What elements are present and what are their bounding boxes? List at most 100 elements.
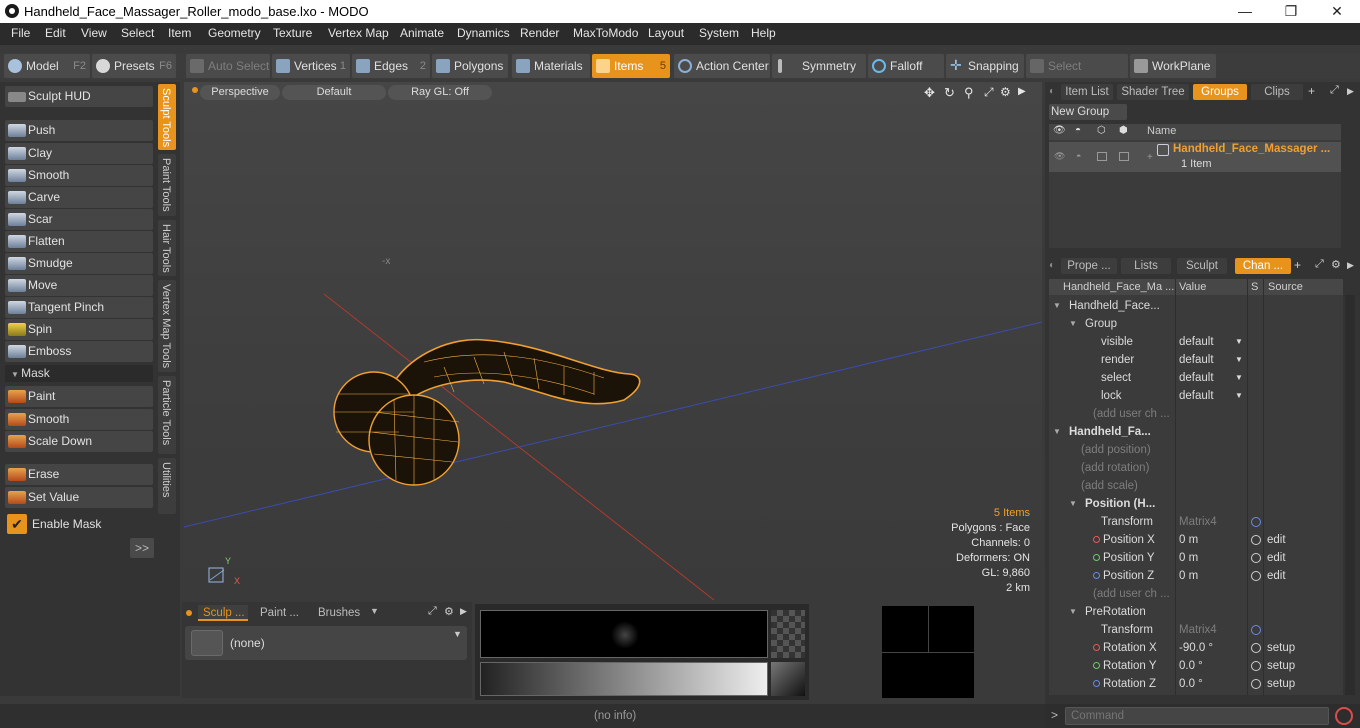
snapping-button[interactable]: ✛ Snapping xyxy=(946,54,1024,78)
gradient-swatch[interactable] xyxy=(771,662,805,696)
model-layout-button[interactable]: Model F2 xyxy=(4,54,90,78)
record-icon[interactable] xyxy=(1335,707,1353,725)
collapse-triangle-icon[interactable]: ▼ xyxy=(1053,297,1061,315)
render-icon[interactable]: ◓ xyxy=(1075,125,1081,136)
channel-row[interactable]: Rotation X -90.0 ° setup xyxy=(1049,639,1343,657)
tool-move-button[interactable]: Move xyxy=(5,275,153,296)
channel-state-toggle[interactable] xyxy=(1251,553,1261,563)
tool-scar-button[interactable]: Scar xyxy=(5,209,153,230)
channel-row[interactable]: Rotation Y 0.0 ° setup xyxy=(1049,657,1343,675)
lock-icon[interactable]: ⬡ xyxy=(1097,125,1106,136)
channel-value[interactable]: default xyxy=(1179,387,1214,405)
channel-state-toggle[interactable] xyxy=(1251,661,1261,671)
group-row[interactable]: 👁 ◓ + Handheld_Face_Massager ... 1 Item xyxy=(1049,142,1341,172)
select-toggle[interactable] xyxy=(1119,152,1129,161)
symmetry-button[interactable]: Symmetry xyxy=(772,54,866,78)
channel-value[interactable]: Matrix4 xyxy=(1179,621,1217,639)
lock-toggle[interactable] xyxy=(1097,152,1107,161)
channel-row[interactable]: (add rotation) xyxy=(1049,459,1343,477)
channel-row[interactable]: ▼ PreRotation xyxy=(1049,603,1343,621)
channel-row[interactable]: Transform Matrix4 xyxy=(1049,513,1343,531)
mask-erase-button[interactable]: Erase xyxy=(5,464,153,485)
channel-row[interactable]: ▼ Handheld_Face... xyxy=(1049,297,1343,315)
alpha-preview[interactable] xyxy=(771,610,805,658)
mask-set-value-button[interactable]: Set Value xyxy=(5,487,153,508)
panel-arrow-icon[interactable]: ▶ xyxy=(1347,86,1354,97)
tab-paint-tools[interactable]: Paint Tools xyxy=(158,154,176,216)
panel-gear-icon[interactable]: ⚙ xyxy=(444,605,454,618)
channel-row[interactable]: (add scale) xyxy=(1049,477,1343,495)
zoom-icon[interactable]: ⚲ xyxy=(964,85,974,101)
channel-value[interactable]: 0 m xyxy=(1179,549,1198,567)
dropdown-arrow-icon[interactable]: ▼ xyxy=(1235,369,1243,387)
render-icon[interactable]: ◓ xyxy=(1076,151,1081,161)
visibility-eye-icon[interactable]: 👁 xyxy=(1054,151,1065,162)
menu-edit[interactable]: Edit xyxy=(45,26,66,40)
tab-groups[interactable]: Groups xyxy=(1193,84,1247,100)
tab-dropdown-icon[interactable]: ▼ xyxy=(370,606,379,616)
matrix-gear-icon[interactable] xyxy=(1251,517,1261,527)
menu-animate[interactable]: Animate xyxy=(400,26,444,40)
menu-vertex-map[interactable]: Vertex Map xyxy=(328,26,389,40)
edges-mode-button[interactable]: Edges 2 xyxy=(352,54,430,78)
tool-emboss-button[interactable]: Emboss xyxy=(5,341,153,362)
sculpt-hud-button[interactable]: Sculpt HUD xyxy=(5,86,153,107)
visibility-eye-icon[interactable]: 👁 xyxy=(1053,125,1066,136)
menu-file[interactable]: File xyxy=(11,26,30,40)
menu-select[interactable]: Select xyxy=(121,26,154,40)
channel-row[interactable]: render default ▼ xyxy=(1049,351,1343,369)
channel-row[interactable]: ▼ Position (H... xyxy=(1049,495,1343,513)
collapse-triangle-icon[interactable]: ▼ xyxy=(1053,423,1061,441)
tab-item-list[interactable]: Item List xyxy=(1061,84,1113,100)
menu-dynamics[interactable]: Dynamics xyxy=(457,26,510,40)
gradient-preview[interactable] xyxy=(480,662,768,696)
tool-flatten-button[interactable]: Flatten xyxy=(5,231,153,252)
channel-value[interactable]: 0.0 ° xyxy=(1179,675,1203,693)
matrix-gear-icon[interactable] xyxy=(1251,625,1261,635)
tab-shader-tree[interactable]: Shader Tree xyxy=(1117,84,1189,100)
menu-layout[interactable]: Layout xyxy=(648,26,684,40)
brush-preset-selector[interactable]: (none) ▼ xyxy=(185,626,467,660)
channel-value[interactable]: 0 m xyxy=(1179,567,1198,585)
collapse-triangle-icon[interactable]: ▼ xyxy=(1069,315,1077,333)
workplane-button[interactable]: WorkPlane xyxy=(1130,54,1216,78)
channel-value[interactable]: 0.0 ° xyxy=(1179,657,1203,675)
tab-clips[interactable]: Clips xyxy=(1251,84,1303,100)
vertices-mode-button[interactable]: Vertices 1 xyxy=(272,54,350,78)
collapse-triangle-icon[interactable]: ▼ xyxy=(1069,495,1077,513)
maximize-panel-icon[interactable]: ⤢ xyxy=(1330,84,1339,97)
tool-smudge-button[interactable]: Smudge xyxy=(5,253,153,274)
maximize-button[interactable]: ❐ xyxy=(1268,0,1314,23)
mask-section-header[interactable]: ▼ Mask xyxy=(5,365,153,382)
mask-paint-button[interactable]: Paint xyxy=(5,386,153,407)
dropdown-arrow-icon[interactable]: ▼ xyxy=(1235,387,1243,405)
channel-row[interactable]: Position Z 0 m edit xyxy=(1049,567,1343,585)
tab-brushes[interactable]: Brushes xyxy=(312,605,368,621)
channel-row[interactable]: (add position) xyxy=(1049,441,1343,459)
channel-row[interactable]: Transform Matrix4 xyxy=(1049,621,1343,639)
channel-row[interactable]: (add user ch ... xyxy=(1049,405,1343,423)
channel-row[interactable]: (add user ch ... xyxy=(1049,585,1343,603)
tool-tangent-pinch-button[interactable]: Tangent Pinch xyxy=(5,297,153,318)
channel-value[interactable]: default xyxy=(1179,351,1214,369)
menu-geometry[interactable]: Geometry xyxy=(208,26,261,40)
new-group-button[interactable]: New Group xyxy=(1049,104,1127,120)
tool-carve-button[interactable]: Carve xyxy=(5,187,153,208)
mask-scale-down-button[interactable]: Scale Down xyxy=(5,431,153,452)
menu-texture[interactable]: Texture xyxy=(273,26,312,40)
channel-row[interactable]: select default ▼ xyxy=(1049,369,1343,387)
menu-system[interactable]: System xyxy=(699,26,739,40)
channel-state-toggle[interactable] xyxy=(1251,535,1261,545)
tool-push-button[interactable]: Push xyxy=(5,120,153,141)
menu-view[interactable]: View xyxy=(81,26,107,40)
falloff-curve-preview[interactable] xyxy=(480,610,768,658)
channel-row[interactable]: Rotation Z 0.0 ° setup xyxy=(1049,675,1343,693)
channel-value[interactable]: -90.0 ° xyxy=(1179,639,1213,657)
menu-render[interactable]: Render xyxy=(520,26,559,40)
channel-value[interactable]: 0 m xyxy=(1179,531,1198,549)
dropdown-arrow-icon[interactable]: ▼ xyxy=(1235,351,1243,369)
channel-state-toggle[interactable] xyxy=(1251,643,1261,653)
menu-help[interactable]: Help xyxy=(751,26,776,40)
command-input[interactable] xyxy=(1065,707,1329,725)
tool-spin-button[interactable]: Spin xyxy=(5,319,153,340)
